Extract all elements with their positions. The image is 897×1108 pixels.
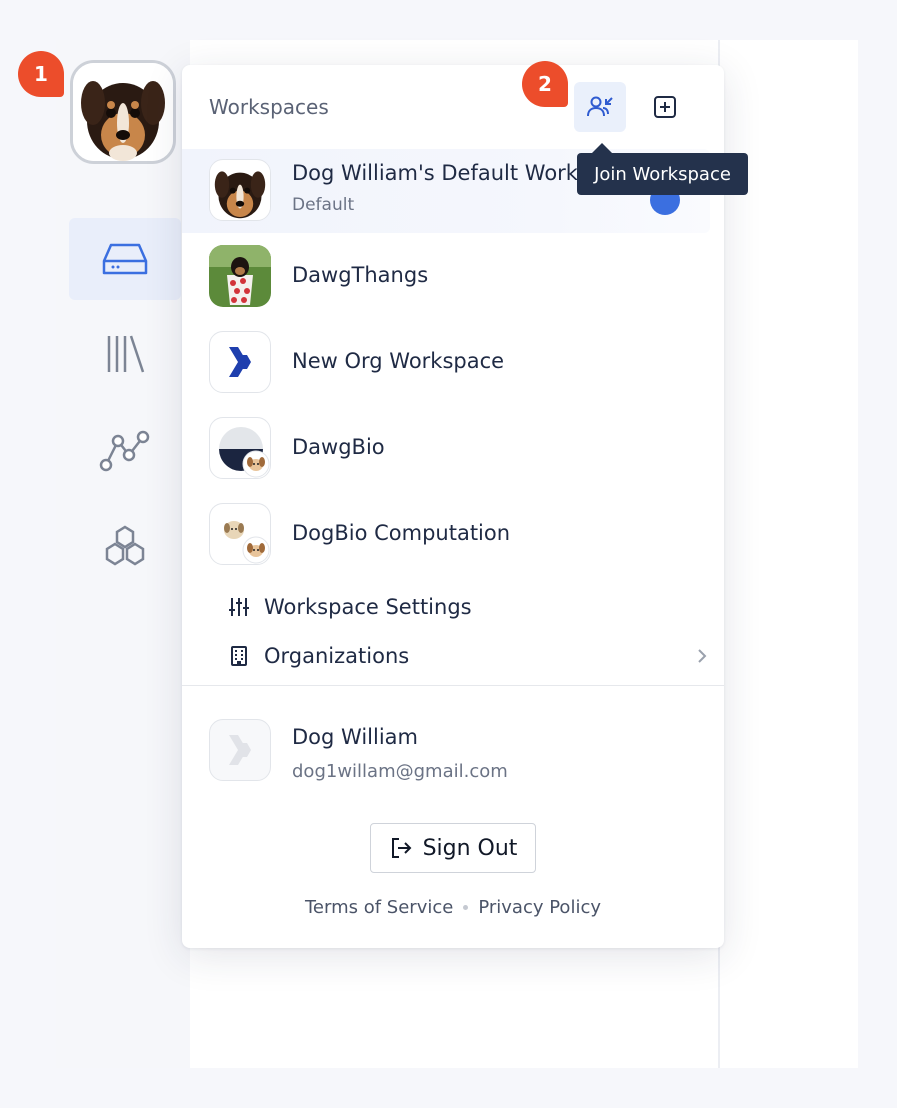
users-join-icon	[587, 96, 613, 117]
drive-icon	[102, 243, 148, 275]
privacy-link[interactable]: Privacy Policy	[478, 897, 601, 918]
dog-illustration-icon	[209, 503, 271, 565]
organizations-item[interactable]: Organizations	[228, 636, 708, 676]
half-circle-logo-icon	[209, 417, 271, 479]
workspace-subtitle: Default	[292, 195, 355, 215]
sidebar-item-storage[interactable]	[69, 218, 181, 300]
workspace-item[interactable]: New Org Workspace	[182, 321, 724, 405]
sign-out-button[interactable]: Sign Out	[370, 823, 536, 873]
sign-out-icon	[391, 838, 411, 858]
separator-dot	[463, 905, 469, 910]
workspace-item[interactable]: DawgThangs	[182, 235, 724, 319]
graph-nodes-icon	[99, 430, 150, 472]
chevron-right-icon	[698, 649, 707, 663]
sidebar-item-modules[interactable]	[69, 505, 181, 587]
workspace-name: DawgThangs	[292, 263, 429, 287]
workspace-avatar-button[interactable]	[70, 60, 176, 164]
step-badge-2: 2	[522, 61, 568, 107]
dog-in-cup-photo-icon	[209, 245, 271, 307]
workspace-item[interactable]: DogBio Computation	[182, 493, 724, 577]
plus-square-icon	[654, 96, 676, 118]
menu-divider	[182, 685, 724, 686]
workspace-menu: Workspaces Dog William's Default Workspa…	[182, 65, 724, 948]
user-name: Dog William	[292, 725, 418, 749]
organizations-label: Organizations	[264, 644, 410, 668]
workspace-name: New Org Workspace	[292, 349, 505, 373]
menu-title: Workspaces	[209, 95, 329, 119]
join-workspace-button[interactable]	[574, 82, 626, 132]
chevron-logo-icon	[209, 331, 271, 393]
workspace-item[interactable]: DawgBio	[182, 407, 724, 491]
dog-photo-icon	[73, 63, 173, 161]
terms-link[interactable]: Terms of Service	[305, 897, 453, 918]
user-avatar	[209, 719, 271, 781]
library-icon	[107, 335, 145, 373]
join-workspace-tooltip: Join Workspace	[577, 143, 748, 195]
step-badge-1: 1	[18, 51, 64, 97]
workspace-settings-label: Workspace Settings	[264, 595, 472, 619]
sidebar-item-pipelines[interactable]	[69, 410, 181, 492]
user-email: dog1willam@gmail.com	[292, 761, 508, 782]
workspace-settings-item[interactable]: Workspace Settings	[228, 587, 472, 627]
dog-photo-avatar-icon	[209, 159, 271, 221]
hexagons-icon	[105, 525, 145, 566]
create-workspace-button[interactable]	[639, 82, 691, 132]
footer-links: Terms of Service Privacy Policy	[182, 897, 724, 918]
workspace-name: DawgBio	[292, 435, 385, 459]
sidebar-item-library[interactable]	[69, 313, 181, 395]
sign-out-label: Sign Out	[422, 835, 518, 861]
chevron-logo-icon	[229, 735, 251, 765]
sliders-icon	[229, 598, 249, 616]
workspace-name: DogBio Computation	[292, 521, 511, 545]
building-icon	[231, 646, 247, 666]
